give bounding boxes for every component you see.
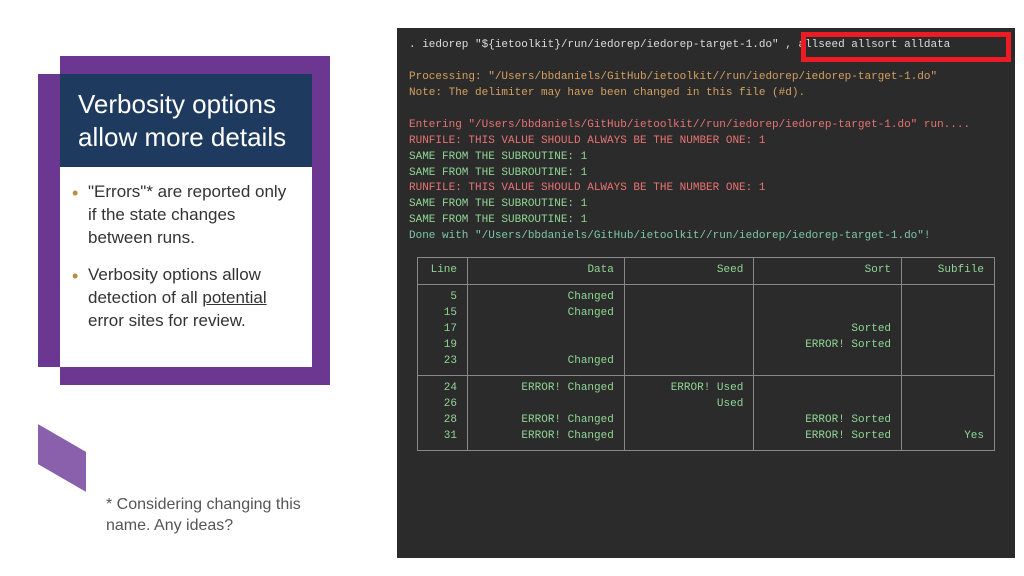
run-line: RUNFILE: THIS VALUE SHOULD ALWAYS BE THE… <box>409 134 1003 150</box>
th-sort: Sort <box>754 258 902 285</box>
purple-frame: Verbosity options allow more details "Er… <box>60 56 330 385</box>
results-table: Line Data Seed Sort Subfile 5 15 17 19 2… <box>417 257 995 450</box>
slide-title: Verbosity options allow more details <box>60 74 312 167</box>
run-line: SAME FROM THE SUBROUTINE: 1 <box>409 150 1003 166</box>
run-line: RUNFILE: THIS VALUE SHOULD ALWAYS BE THE… <box>409 181 1003 197</box>
slide-body: "Errors"* are reported only if the state… <box>60 167 312 367</box>
note-line: Note: The delimiter may have been change… <box>409 86 1003 102</box>
table-row: 5 15 17 19 23 Changed Changed Changed So… <box>418 285 995 376</box>
run-line: SAME FROM THE SUBROUTINE: 1 <box>409 166 1003 182</box>
entering-line: Entering "/Users/bbdaniels/GitHub/ietool… <box>409 118 1003 134</box>
th-subfile: Subfile <box>902 258 995 285</box>
table-row: 24 26 28 31 ERROR! Changed ERROR! Change… <box>418 375 995 450</box>
run-line: SAME FROM THE SUBROUTINE: 1 <box>409 213 1003 229</box>
terminal-output: . iedorep "${ietoolkit}/run/iedorep/iedo… <box>397 28 1015 558</box>
bullet-1: "Errors"* are reported only if the state… <box>68 181 298 250</box>
bullet-2: Verbosity options allow detection of all… <box>68 264 298 333</box>
th-data: Data <box>468 258 625 285</box>
ribbon-decoration <box>38 424 86 492</box>
footnote: * Considering changing this name. Any id… <box>106 495 326 537</box>
th-line: Line <box>418 258 468 285</box>
done-line: Done with "/Users/bbdaniels/GitHub/ietoo… <box>409 229 1003 245</box>
processing-line: Processing: "/Users/bbdaniels/GitHub/iet… <box>409 70 1003 86</box>
left-panel: Verbosity options allow more details "Er… <box>60 56 330 385</box>
highlight-box <box>801 32 1011 62</box>
th-seed: Seed <box>624 258 753 285</box>
table-header-row: Line Data Seed Sort Subfile <box>418 258 995 285</box>
run-line: SAME FROM THE SUBROUTINE: 1 <box>409 197 1003 213</box>
